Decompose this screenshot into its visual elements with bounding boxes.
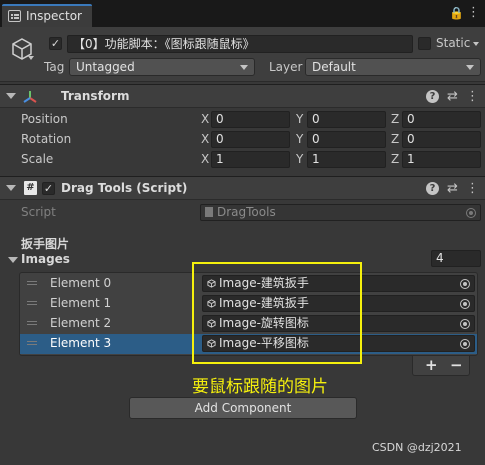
context-menu-icon[interactable]: ⋮ xyxy=(466,182,479,195)
transform-title: Transform xyxy=(61,89,130,103)
rotation-y-field[interactable]: 0 xyxy=(307,131,386,148)
foldout-arrow-icon[interactable] xyxy=(6,185,16,191)
object-picker-icon xyxy=(466,208,476,218)
preset-icon[interactable]: ⇄ xyxy=(446,182,459,195)
images-label: Images xyxy=(21,252,70,266)
tag-dropdown[interactable]: Untagged xyxy=(69,58,255,76)
foldout-arrow-icon[interactable] xyxy=(6,93,16,99)
rotation-x-field[interactable]: 0 xyxy=(211,131,290,148)
tab-inspector-label: Inspector xyxy=(26,9,82,23)
scale-x-field[interactable]: 1 xyxy=(211,151,290,168)
axis-x-label[interactable]: X xyxy=(201,112,209,126)
tag-value: Untagged xyxy=(76,60,135,74)
element-label: Element 0 xyxy=(50,276,112,290)
layer-dropdown[interactable]: Default xyxy=(305,58,481,76)
scale-z-field[interactable]: 1 xyxy=(402,151,481,168)
images-size-field[interactable]: 4 xyxy=(431,250,481,267)
component-enabled-checkbox[interactable]: ✓ xyxy=(42,182,55,195)
element-label: Element 3 xyxy=(50,336,112,350)
gameobject-name-field[interactable]: 【0】功能脚本：《图标跟随鼠标》 xyxy=(67,35,413,53)
active-checkbox[interactable]: ✓ xyxy=(49,37,62,50)
drag-handle-icon[interactable] xyxy=(27,301,37,302)
rotation-label: Rotation xyxy=(21,132,72,146)
object-picker-icon[interactable] xyxy=(460,339,470,349)
axis-z-label[interactable]: Z xyxy=(391,112,399,126)
script-field: DragTools xyxy=(200,204,481,221)
drag-handle-icon[interactable] xyxy=(27,281,37,282)
chevron-down-icon xyxy=(466,65,474,70)
menu-icon[interactable]: ⋮ xyxy=(467,5,480,20)
element-label: Element 2 xyxy=(50,316,112,330)
static-checkbox[interactable] xyxy=(418,37,431,50)
transform-icon xyxy=(23,91,37,103)
static-label: Static xyxy=(436,36,471,50)
drag-handle-icon[interactable] xyxy=(27,341,37,342)
position-label: Position xyxy=(21,112,68,126)
axis-y-label[interactable]: Y xyxy=(296,132,303,146)
rotation-z-field[interactable]: 0 xyxy=(402,131,481,148)
help-icon[interactable]: ? xyxy=(426,90,439,103)
position-y-field[interactable]: 0 xyxy=(307,111,386,128)
list-add-remove: + − xyxy=(412,356,470,376)
script-icon: # xyxy=(24,181,37,195)
axis-z-label[interactable]: Z xyxy=(391,132,399,146)
preset-icon[interactable]: ⇄ xyxy=(446,90,459,103)
dragtools-title: Drag Tools (Script) xyxy=(61,181,188,195)
axis-x-label[interactable]: X xyxy=(201,132,209,146)
add-component-button[interactable]: Add Component xyxy=(129,397,357,419)
chevron-down-icon[interactable] xyxy=(28,56,34,60)
axis-y-label[interactable]: Y xyxy=(296,112,303,126)
images-header-label: 扳手图片 xyxy=(21,237,70,251)
foldout-arrow-icon[interactable] xyxy=(8,257,18,263)
axis-y-label[interactable]: Y xyxy=(296,152,303,166)
dragtools-header[interactable]: # ✓ Drag Tools (Script) ? ⇄ ⋮ xyxy=(0,176,485,200)
help-icon[interactable]: ? xyxy=(426,182,439,195)
object-picker-icon[interactable] xyxy=(460,279,470,289)
lock-icon[interactable]: 🔒 xyxy=(449,6,464,20)
remove-element-button[interactable]: − xyxy=(450,356,463,374)
add-element-button[interactable]: + xyxy=(425,356,438,374)
axis-x-label[interactable]: X xyxy=(201,152,209,166)
script-file-icon xyxy=(205,207,213,217)
tag-label: Tag xyxy=(44,60,65,74)
object-picker-icon[interactable] xyxy=(460,299,470,309)
element-label: Element 1 xyxy=(50,296,112,310)
script-value: DragTools xyxy=(217,205,276,219)
annotation-text: 要鼠标跟随的图片 xyxy=(192,377,328,397)
watermark: CSDN @dzj2021 xyxy=(372,441,462,454)
tab-inspector[interactable]: Inspector xyxy=(2,4,92,27)
scale-y-field[interactable]: 1 xyxy=(307,151,386,168)
scale-label: Scale xyxy=(21,152,54,166)
object-picker-icon[interactable] xyxy=(460,319,470,329)
context-menu-icon[interactable]: ⋮ xyxy=(466,90,479,103)
layer-value: Default xyxy=(312,60,356,74)
static-dropdown-icon[interactable] xyxy=(473,42,479,46)
drag-handle-icon[interactable] xyxy=(27,321,37,322)
position-x-field[interactable]: 0 xyxy=(211,111,290,128)
axis-z-label[interactable]: Z xyxy=(391,152,399,166)
position-z-field[interactable]: 0 xyxy=(402,111,481,128)
transform-header[interactable]: Transform ? ⇄ ⋮ xyxy=(0,84,485,108)
chevron-down-icon xyxy=(240,65,248,70)
layer-label: Layer xyxy=(269,60,303,74)
annotation-highlight-box xyxy=(192,262,362,364)
inspector-icon xyxy=(8,10,21,22)
script-label: Script xyxy=(21,205,56,219)
